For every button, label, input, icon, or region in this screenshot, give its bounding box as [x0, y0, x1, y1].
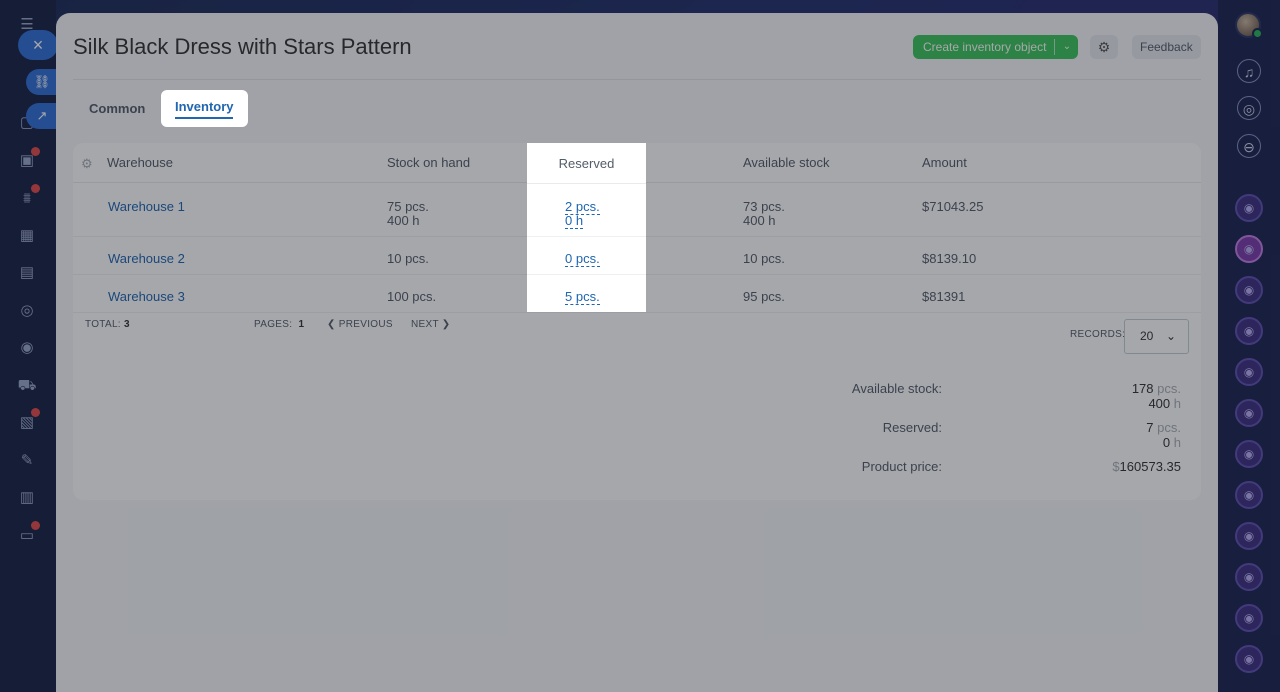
dim-overlay	[0, 143, 527, 692]
reserved-column-highlight: Reserved 2 pcs. 0 h 0 pcs. 5 pcs.	[527, 143, 646, 312]
tab-inventory[interactable]: Inventory	[161, 90, 248, 127]
reserved-hours-link[interactable]: 0 h	[565, 213, 584, 229]
reserved-cell: 5 pcs.	[527, 275, 646, 312]
tab-underline	[175, 117, 233, 119]
dim-overlay	[646, 143, 1280, 692]
reserved-cell: 2 pcs. 0 h	[527, 184, 646, 237]
reserved-pcs-link[interactable]: 5 pcs.	[565, 289, 600, 305]
reserved-pcs-link[interactable]: 0 pcs.	[565, 251, 600, 267]
header-reserved[interactable]: Reserved	[527, 143, 646, 184]
reserved-cell: 0 pcs.	[527, 237, 646, 275]
dim-overlay	[527, 312, 646, 692]
